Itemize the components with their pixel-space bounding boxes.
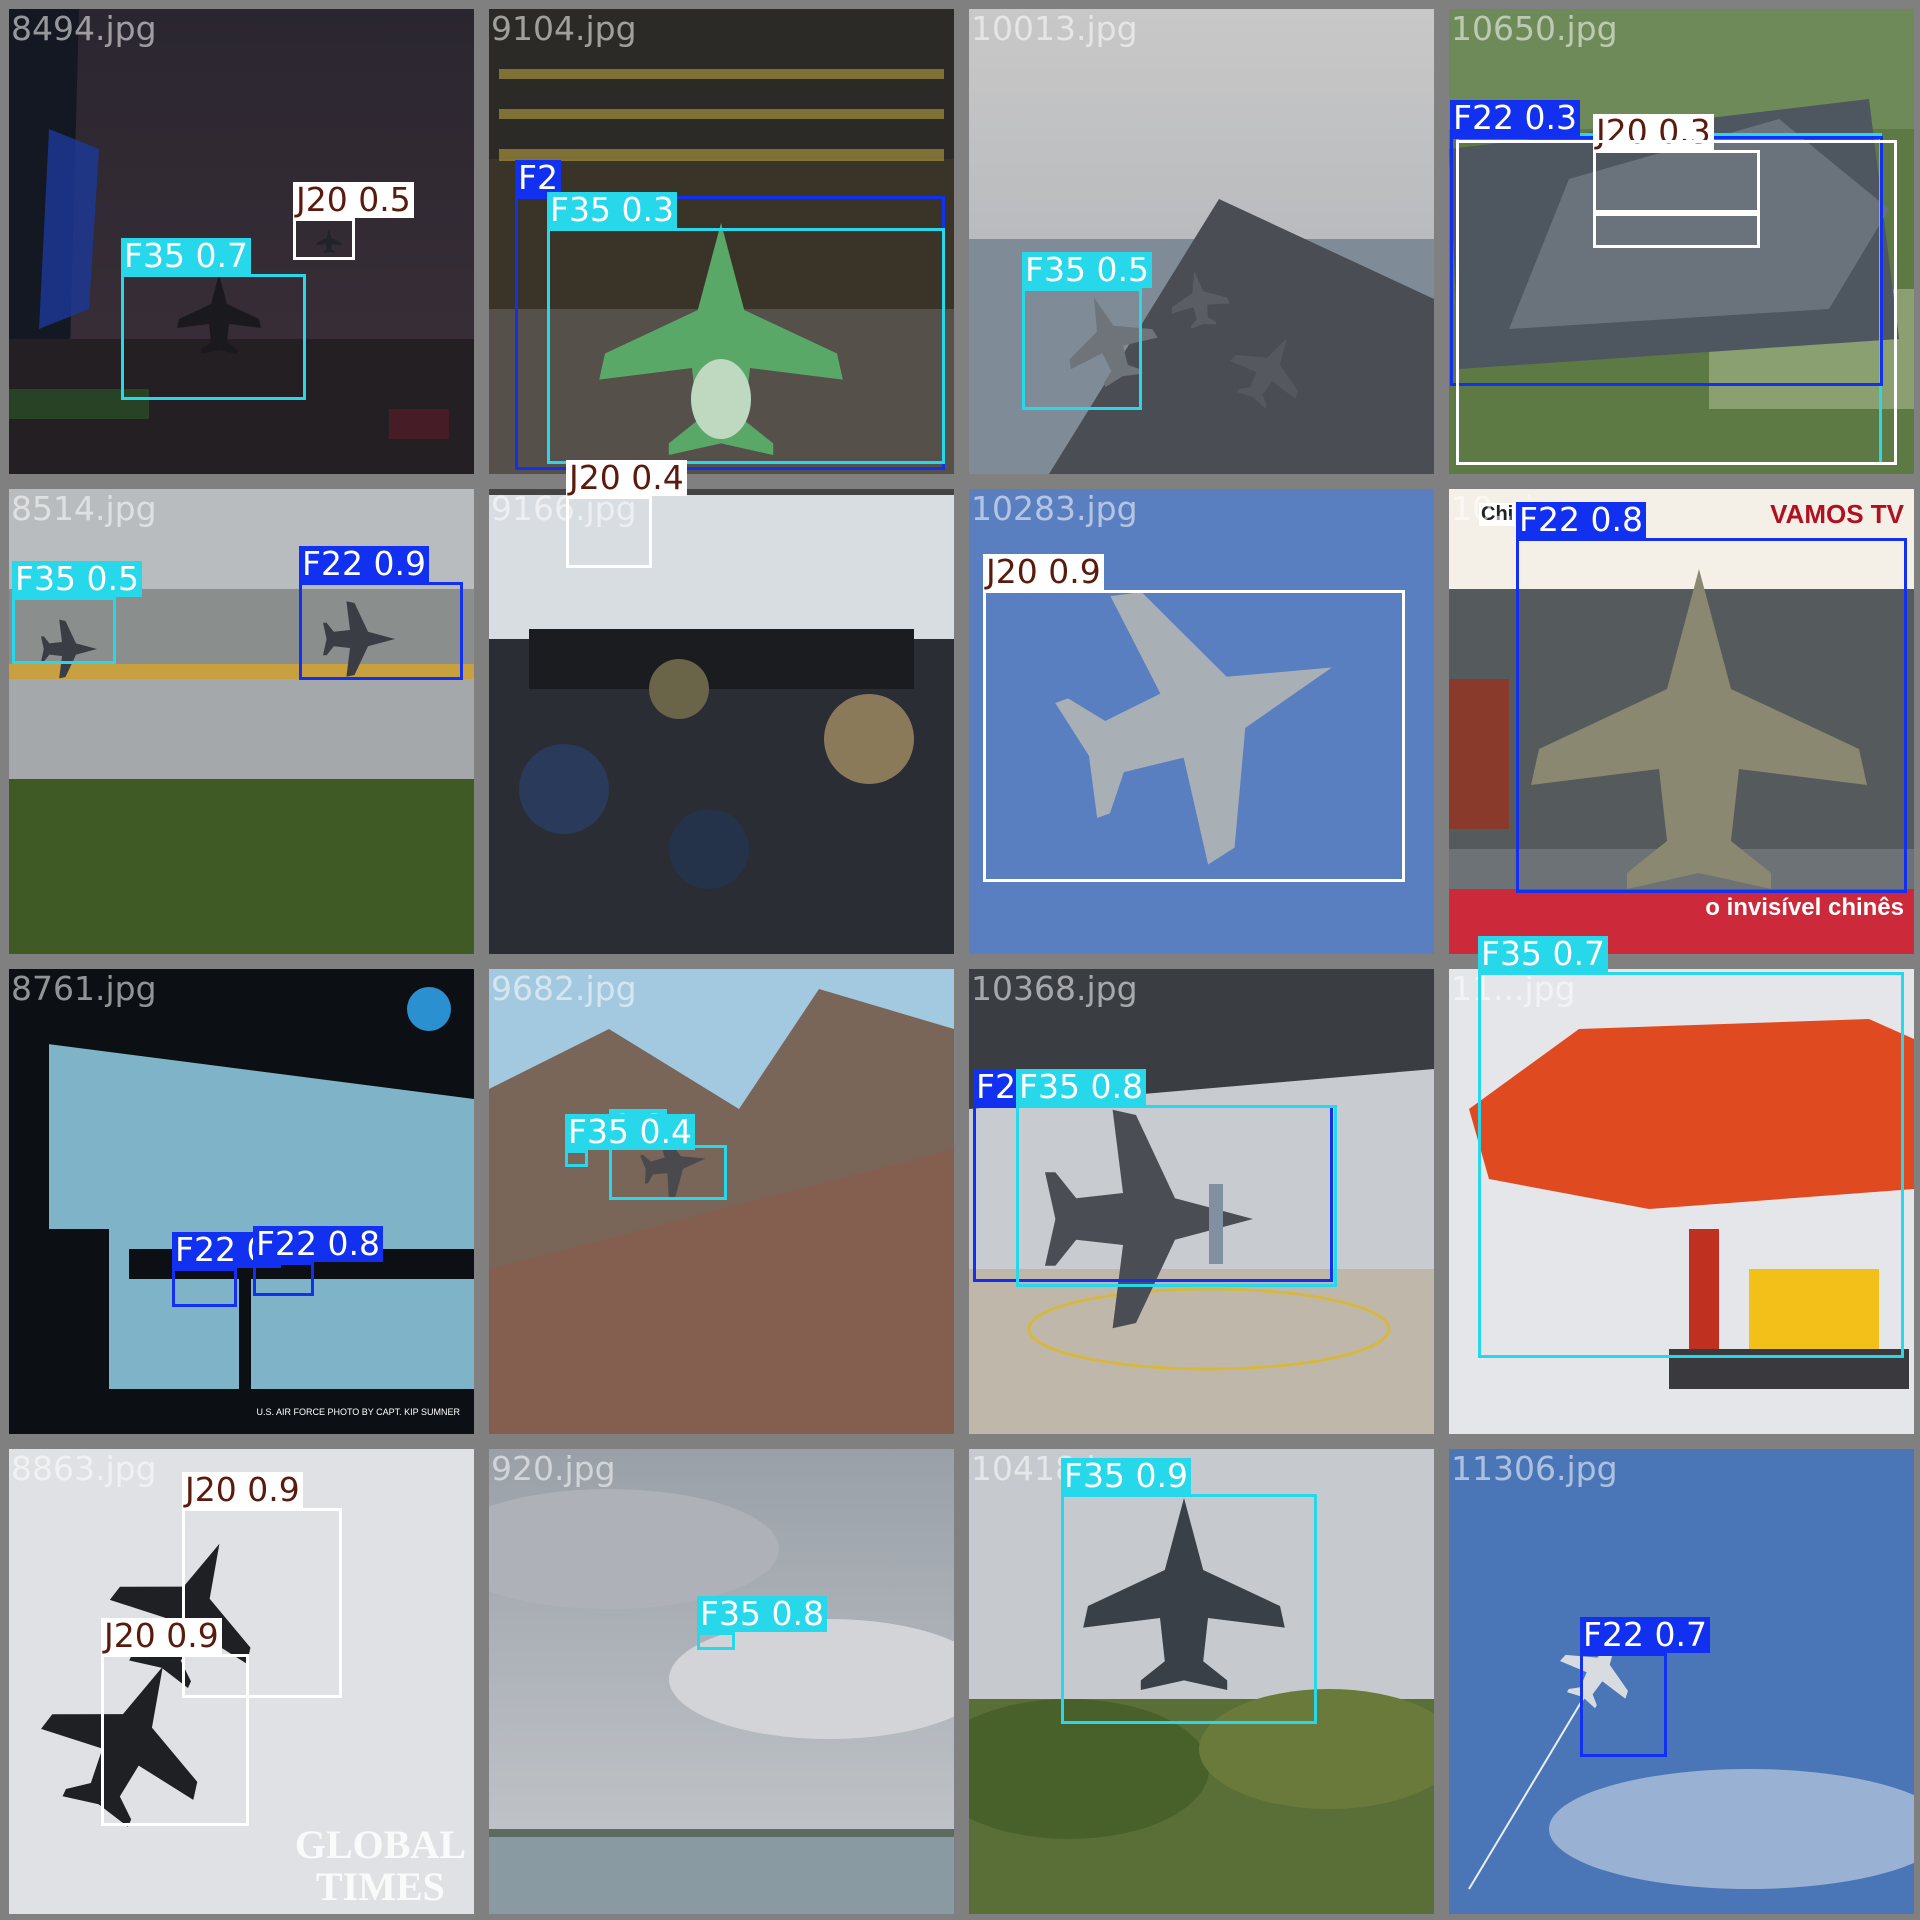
detection-label: F22 0.3 (1450, 100, 1580, 136)
detection-box-f35 (1061, 1494, 1317, 1724)
detection-box-f22 (1580, 1653, 1667, 1757)
detection-box-f22 (1516, 538, 1907, 893)
filename-label: 10283.jpg (971, 489, 1138, 528)
detection-grid: 8494.jpg 9104.jpg 10013.jpg 10650.jpg 85… (0, 0, 1920, 1920)
photo (489, 1449, 954, 1914)
detection-label: F35 0.8 (697, 1596, 827, 1632)
detection-box-f22 (172, 1268, 237, 1307)
detection-box-f35 (609, 1145, 727, 1200)
detection-label: F35 0.5 (1022, 252, 1152, 288)
detection-box-f35 (1022, 288, 1142, 410)
detection-label: F35 0.7 (1478, 936, 1608, 972)
detection-box-j20 (293, 218, 355, 260)
detection-box-f35 (1016, 1105, 1337, 1287)
detection-box-j20 (983, 590, 1405, 882)
usaf-credit: U.S. AIR FORCE PHOTO BY CAPT. KIP SUMNER (256, 1407, 460, 1417)
detection-box-f35 (547, 228, 945, 464)
filename-label: 10368.jpg (971, 969, 1138, 1008)
detection-box-j20 (566, 496, 652, 568)
detection-label: J20 0.5 (293, 182, 414, 218)
detection-box-j20 (101, 1654, 249, 1826)
global-times-watermark: GLOBAL TIMES (294, 1822, 466, 1909)
image-tile: 920.jpg (489, 1449, 954, 1914)
detection-box-f35 (565, 1150, 588, 1167)
detection-label: F35 0.5 (12, 561, 142, 597)
detection-label: F22 0.8 (1516, 502, 1646, 538)
vamos-watermark: VAMOS TV (1770, 499, 1904, 529)
detection-label: F2 (973, 1069, 1019, 1105)
image-tile: 11306.jpg (1449, 1449, 1914, 1914)
filename-label: 8761.jpg (11, 969, 157, 1008)
detection-label: J20 0.9 (101, 1618, 222, 1654)
filename-label: 9104.jpg (491, 9, 637, 48)
photo (489, 969, 954, 1434)
filename-label: 8514.jpg (11, 489, 157, 528)
detection-label: J20 0.9 (182, 1472, 303, 1508)
image-tile: 9166.jpg (489, 489, 954, 954)
filename-label: 920.jpg (491, 1449, 616, 1488)
vamos-caption: o invisível chinês (1705, 894, 1904, 921)
filename-label: 10013.jpg (971, 9, 1138, 48)
detection-box-f35 (121, 274, 306, 400)
filename-label: 10650.jpg (1451, 9, 1618, 48)
detection-label: F35 0.9 (1061, 1458, 1191, 1494)
detection-box-f35 (697, 1632, 735, 1650)
filename-label: 11306.jpg (1451, 1449, 1618, 1488)
detection-label: F35 0.3 (547, 192, 677, 228)
filename-label: 8863.jpg (11, 1449, 157, 1488)
detection-label: J20 0.9 (983, 554, 1104, 590)
detection-label: F22 0.9 (299, 546, 429, 582)
detection-box-f22 (253, 1262, 314, 1296)
image-tile: 9682.jpg (489, 969, 954, 1434)
detection-box-f22 (299, 582, 463, 680)
detection-label: F22 0.8 (253, 1226, 383, 1262)
photo (9, 969, 474, 1434)
detection-label: F35 0.8 (1016, 1069, 1146, 1105)
detection-box-j20 (1456, 140, 1897, 465)
detection-label: F35 0.4 (565, 1114, 695, 1150)
filename-label: 9682.jpg (491, 969, 637, 1008)
photo (1449, 1449, 1914, 1914)
detection-label: F22 0.7 (1580, 1617, 1710, 1653)
detection-label: F35 0.7 (121, 238, 251, 274)
photo (489, 489, 954, 954)
detection-box-f35 (12, 597, 116, 664)
detection-label: J20 0.4 (566, 460, 687, 496)
filename-label: 8494.jpg (11, 9, 157, 48)
detection-box-f35 (1478, 972, 1904, 1358)
image-tile: U.S. AIR FORCE PHOTO BY CAPT. KIP SUMNER… (9, 969, 474, 1434)
